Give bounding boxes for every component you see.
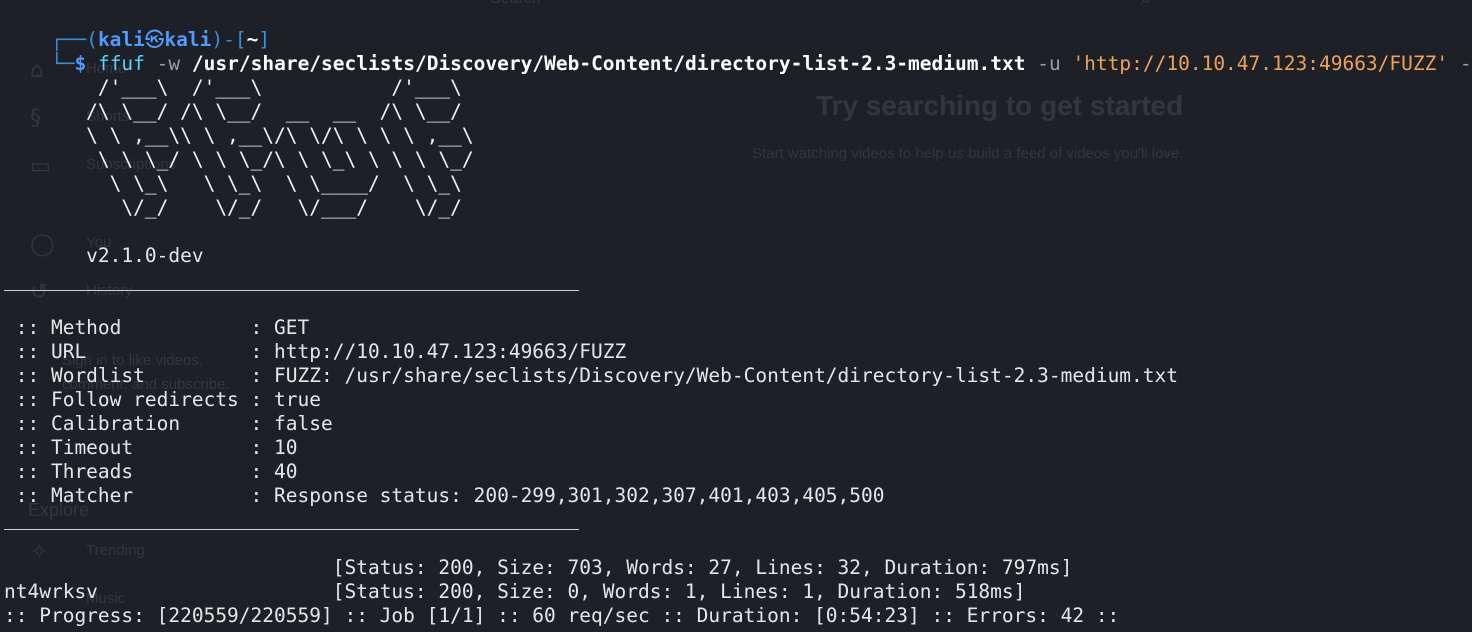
ghost-history-icon: ↺ [30, 280, 49, 305]
result-status: [Status: 200, Size: 0, Words: 1, Lines: … [332, 580, 1026, 603]
config-row-matcher: :: Matcher : Response status: 200-299,30… [4, 484, 885, 508]
config-row-calibration: :: Calibration : false [4, 412, 333, 436]
prompt-header: ┌──(kali㉿kali)-[~] [4, 4, 270, 51]
config-value: : http://10.10.47.123:49663/FUZZ [250, 340, 627, 363]
ghost-empty-title: Try searching to get started [816, 90, 1184, 121]
wordlist-path: /usr/share/seclists/Discovery/Web-Conten… [191, 52, 1026, 75]
result-row: nt4wrksv [Status: 200, Size: 0, Words: 1… [4, 580, 1025, 604]
banner-art-line: \ \ \_/ \ \ \_/\ \ \_\ \ \ \ \_/ [4, 148, 545, 171]
version-text: v2.1.0-dev [4, 244, 204, 267]
banner-art-line: /'___\ /'___\ /'___\ [4, 76, 545, 99]
config-key: :: Calibration [4, 412, 251, 435]
progress-line: :: Progress: [220559/220559] :: Job [1/1… [4, 604, 1120, 627]
config-value: : GET [250, 316, 310, 339]
ghost-search-icon: ⌕ [1140, 0, 1152, 11]
result-status: [Status: 200, Size: 703, Words: 27, Line… [332, 556, 1073, 579]
command-name: ffuf [97, 52, 145, 75]
config-value: : Response status: 200-299,301,302,307,4… [250, 484, 885, 507]
result-name: nt4wrksv [4, 580, 286, 603]
banner-art-line: \ \ ,__\\ \ ,__\/\ \/\ \ \ \ ,__\ [4, 124, 545, 147]
banner-art-line: \/_/ \/_/ \/___/ \/_/ [4, 196, 545, 219]
prompt-corner-bottom: └─ [50, 52, 75, 75]
config-row-follow-redirects: :: Follow redirects : true [4, 388, 321, 412]
banner-art-line: \ \_\ \ \_\ \ \____/ \ \_\ [4, 172, 545, 195]
prompt-dollar: $ [74, 52, 87, 75]
flag-r: -r [1459, 52, 1472, 75]
result-row: [Status: 200, Size: 703, Words: 27, Line… [4, 556, 1073, 580]
config-key: :: Matcher [4, 484, 251, 507]
config-value: : FUZZ: /usr/share/seclists/Discovery/We… [250, 364, 1179, 387]
config-row-timeout: :: Timeout : 10 [4, 436, 298, 460]
config-value: : true [250, 388, 321, 411]
config-value: : false [250, 412, 333, 435]
config-key: :: Timeout [4, 436, 251, 459]
config-value: : 10 [250, 436, 298, 459]
command-line[interactable]: └─$ ffuf -w /usr/share/seclists/Discover… [4, 28, 1472, 75]
target-url: 'http://10.10.47.123:49663/FUZZ' [1072, 52, 1449, 75]
config-row-threads: :: Threads : 40 [4, 460, 298, 484]
separator-top [4, 290, 579, 291]
config-key: :: Follow redirects [4, 388, 251, 411]
ghost-search-label: Search [490, 0, 541, 8]
ghost-empty-subtitle: Start watching videos to help us build a… [752, 145, 1184, 162]
flag-w: -w [156, 52, 181, 75]
config-value: : 40 [250, 460, 298, 483]
config-key: :: URL [4, 340, 251, 363]
separator-bottom [4, 529, 579, 530]
terminal-window[interactable]: Search ⌂ Home § Shorts ▭ Subscriptions ◯… [0, 0, 1472, 632]
config-row-wordlist: :: Wordlist : FUZZ: /usr/share/seclists/… [4, 364, 1178, 388]
config-row-url: :: URL : http://10.10.47.123:49663/FUZZ [4, 340, 627, 364]
config-key: :: Threads [4, 460, 251, 483]
flag-u: -u [1037, 52, 1061, 75]
config-row-method: :: Method : GET [4, 316, 310, 340]
config-key: :: Wordlist [4, 364, 251, 387]
banner-art-line: /\ \__/ /\ \__/ __ __ /\ \__/ [4, 100, 545, 123]
config-key: :: Method [4, 316, 251, 339]
result-name [4, 556, 286, 579]
